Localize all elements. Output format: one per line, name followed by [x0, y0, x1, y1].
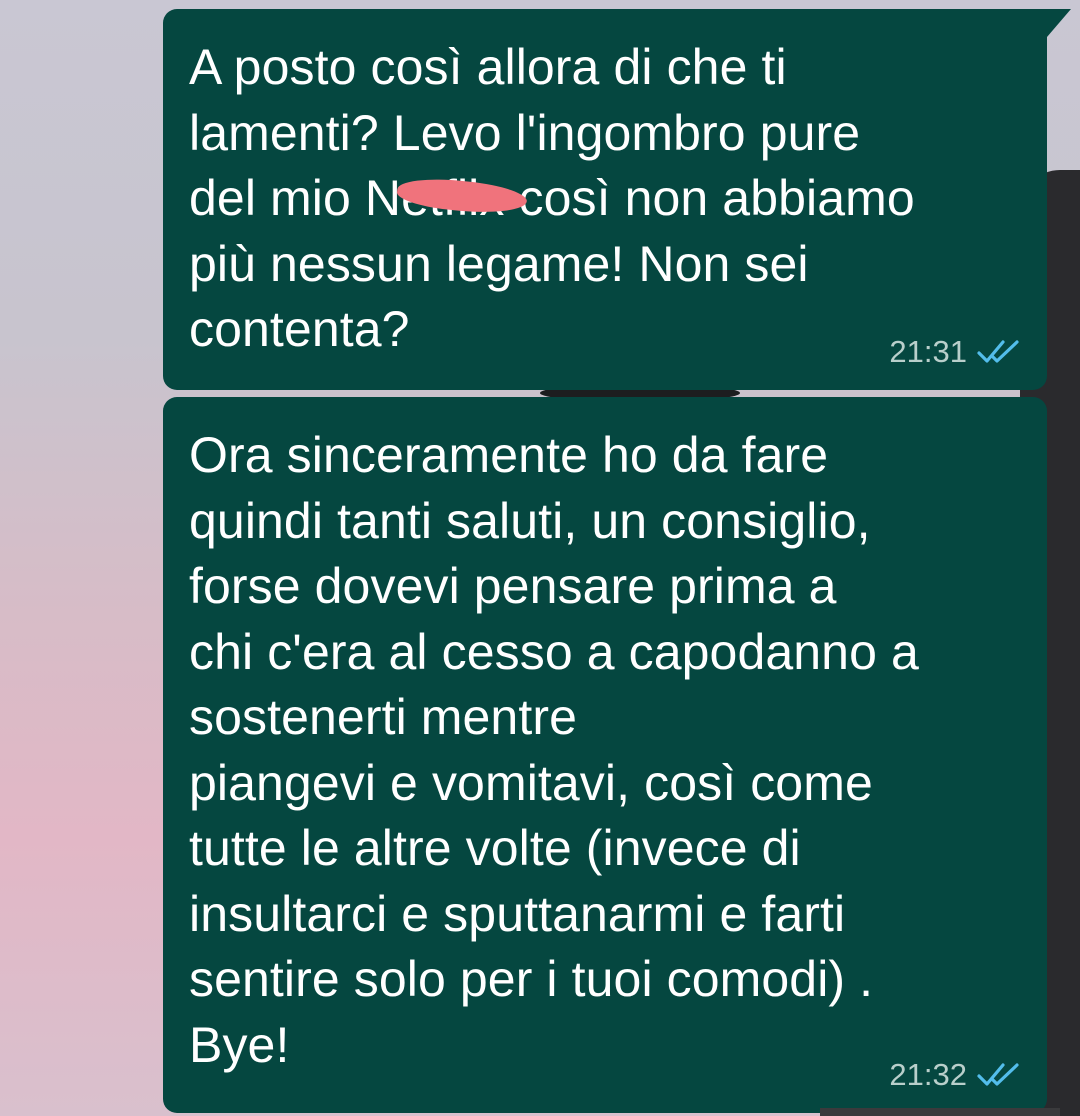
bottom-edge-strip	[820, 1108, 1060, 1116]
message-text: Ora sinceramente ho da fare quindi tanti…	[189, 427, 919, 1073]
message-time: 21:31	[889, 334, 967, 369]
bubble-tail	[1047, 9, 1071, 37]
outgoing-message-bubble[interactable]: A posto così allora di che ti lamenti? L…	[163, 9, 1047, 390]
double-check-read-icon	[977, 340, 1019, 363]
double-check-read-icon	[977, 1063, 1019, 1086]
message-text: A posto così allora di che ti lamenti? L…	[189, 39, 915, 357]
outgoing-message-bubble[interactable]: Ora sinceramente ho da fare quindi tanti…	[163, 397, 1047, 1113]
message-meta: 21:31	[889, 334, 1021, 370]
message-time: 21:32	[889, 1057, 967, 1092]
message-meta: 21:32	[889, 1057, 1021, 1093]
